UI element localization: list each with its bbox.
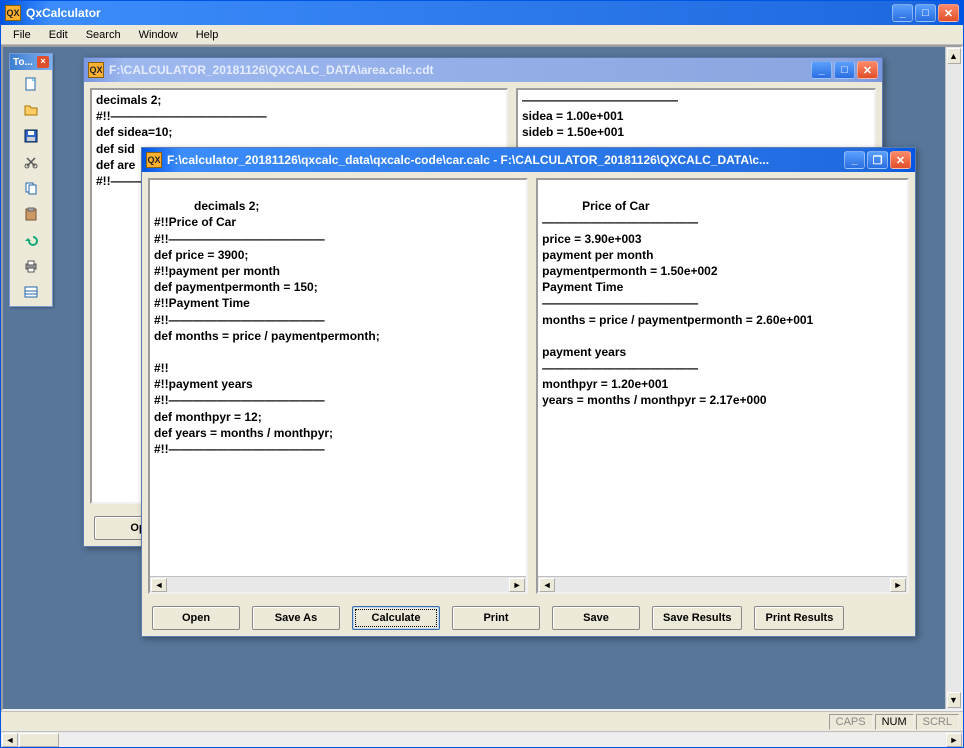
bg-doc-icon: QX <box>88 62 104 78</box>
toolbox-title-text: To... <box>13 57 33 68</box>
app-title: QxCalculator <box>26 6 892 20</box>
scroll-down-icon[interactable]: ▼ <box>947 692 961 708</box>
scroll-up-icon[interactable]: ▲ <box>947 48 961 64</box>
menu-help[interactable]: Help <box>188 27 227 43</box>
fg-output-hscroll[interactable]: ◄► <box>538 576 907 592</box>
main-titlebar[interactable]: QX QxCalculator _ □ ✕ <box>1 1 963 25</box>
print-icon[interactable] <box>19 254 43 278</box>
paste-clipboard-icon[interactable] <box>19 202 43 226</box>
fg-doc-icon: QX <box>146 152 162 168</box>
fg-doc-title: F:\calculator_20181126\qxcalc_data\qxcal… <box>167 153 844 167</box>
cut-scissors-icon[interactable] <box>19 150 43 174</box>
status-scrl: SCRL <box>916 714 959 730</box>
toolbox-palette[interactable]: To... × <box>9 53 53 307</box>
scroll-right-icon[interactable]: ► <box>890 578 906 592</box>
bg-output-text: ————————————— sidea = 1.00e+001 sideb = … <box>522 93 678 139</box>
toolbox-title[interactable]: To... × <box>10 54 52 70</box>
scroll-left-icon[interactable]: ◄ <box>151 578 167 592</box>
fg-code-hscroll[interactable]: ◄► <box>150 576 526 592</box>
save-results-button[interactable]: Save Results <box>652 606 742 630</box>
menu-file[interactable]: File <box>5 27 39 43</box>
fg-output-pane[interactable]: Price of Car ————————————— price = 3.90e… <box>536 178 909 594</box>
fg-code-pane[interactable]: decimals 2; #!!Price of Car #!!—————————… <box>148 178 528 594</box>
print-button[interactable]: Print <box>452 606 540 630</box>
fg-output-text: Price of Car ————————————— price = 3.90e… <box>542 199 813 407</box>
bg-maximize-button[interactable]: □ <box>834 61 855 79</box>
properties-icon[interactable] <box>19 280 43 304</box>
fg-code-text: decimals 2; #!!Price of Car #!!—————————… <box>154 199 380 456</box>
client-vscroll[interactable]: ▲ ▼ <box>945 47 961 709</box>
status-caps: CAPS <box>829 714 873 730</box>
menubar: File Edit Search Window Help <box>1 25 963 45</box>
bg-minimize-button[interactable]: _ <box>811 61 832 79</box>
calculate-button[interactable]: Calculate <box>352 606 440 630</box>
new-doc-icon[interactable] <box>19 72 43 96</box>
main-scroll-left-icon[interactable]: ◄ <box>2 733 18 747</box>
main-window: QX QxCalculator _ □ ✕ File Edit Search W… <box>0 0 964 748</box>
minimize-button[interactable]: _ <box>892 4 913 22</box>
bg-close-button[interactable]: ✕ <box>857 61 878 79</box>
toolbox-close-icon[interactable]: × <box>37 56 49 68</box>
save-disk-icon[interactable] <box>19 124 43 148</box>
main-hscroll-track[interactable] <box>19 733 945 747</box>
status-num: NUM <box>875 714 914 730</box>
bg-doc-titlebar[interactable]: QX F:\CALCULATOR_20181126\QXCALC_DATA\ar… <box>84 58 882 82</box>
scroll-left-icon[interactable]: ◄ <box>539 578 555 592</box>
statusbar: CAPS NUM SCRL <box>1 711 963 731</box>
fg-minimize-button[interactable]: _ <box>844 151 865 169</box>
menu-search[interactable]: Search <box>78 27 129 43</box>
print-results-button[interactable]: Print Results <box>754 606 844 630</box>
fg-close-button[interactable]: ✕ <box>890 151 911 169</box>
scroll-right-icon[interactable]: ► <box>509 578 525 592</box>
bg-doc-title: F:\CALCULATOR_20181126\QXCALC_DATA\area.… <box>109 63 811 77</box>
mdi-client-area: ▲ ▼ To... × QX F:\CALCULATOR_20181126\Q <box>1 45 963 711</box>
save-as-button[interactable]: Save As <box>252 606 340 630</box>
open-doc-icon[interactable] <box>19 98 43 122</box>
maximize-button[interactable]: □ <box>915 4 936 22</box>
fg-doc-window[interactable]: QX F:\calculator_20181126\qxcalc_data\qx… <box>141 147 916 637</box>
close-button[interactable]: ✕ <box>938 4 959 22</box>
main-scroll-right-icon[interactable]: ► <box>946 733 962 747</box>
copy-icon[interactable] <box>19 176 43 200</box>
vscroll-track[interactable] <box>946 65 961 691</box>
open-button[interactable]: Open <box>152 606 240 630</box>
undo-icon[interactable] <box>19 228 43 252</box>
main-hscroll-thumb[interactable] <box>19 733 59 747</box>
main-hscroll[interactable]: ◄ ► <box>1 731 963 747</box>
menu-window[interactable]: Window <box>131 27 186 43</box>
menu-edit[interactable]: Edit <box>41 27 76 43</box>
fg-doc-titlebar[interactable]: QX F:\calculator_20181126\qxcalc_data\qx… <box>142 148 915 172</box>
fg-restore-button[interactable]: ❐ <box>867 151 888 169</box>
save-button[interactable]: Save <box>552 606 640 630</box>
app-icon: QX <box>5 5 21 21</box>
